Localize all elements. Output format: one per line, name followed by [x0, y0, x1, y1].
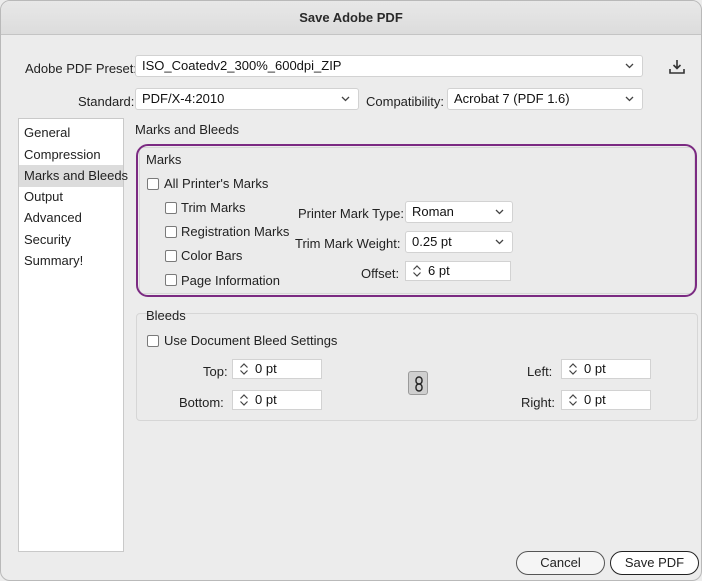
chevron-down-icon — [625, 56, 634, 69]
bleed-left-value: 0 pt — [584, 361, 606, 376]
marks-highlight-outline — [136, 144, 697, 297]
bleed-right-field[interactable]: 0 pt — [561, 390, 651, 410]
chain-link-icon[interactable] — [408, 371, 428, 395]
bleed-bottom-field[interactable]: 0 pt — [232, 390, 322, 410]
compatibility-value: Acrobat 7 (PDF 1.6) — [454, 91, 570, 106]
bleed-top-label: Top: — [203, 364, 228, 379]
standard-select[interactable]: PDF/X-4:2010 — [135, 88, 359, 110]
category-sidebar: General Compression Marks and Bleeds Out… — [18, 118, 128, 552]
stepper-icon[interactable] — [567, 393, 579, 407]
compatibility-select[interactable]: Acrobat 7 (PDF 1.6) — [447, 88, 643, 110]
section-title: Marks and Bleeds — [135, 122, 240, 137]
standard-label: Standard: — [78, 94, 135, 109]
chevron-down-icon — [341, 89, 350, 102]
stepper-icon[interactable] — [238, 362, 250, 376]
compatibility-label: Compatibility: — [366, 94, 445, 109]
bleed-right-value: 0 pt — [584, 392, 606, 407]
sidebar-item-output[interactable]: Output — [19, 186, 123, 208]
preset-value: ISO_Coatedv2_300%_600dpi_ZIP — [142, 58, 342, 73]
bleeds-group-title: Bleeds — [146, 308, 186, 323]
bleed-top-field[interactable]: 0 pt — [232, 359, 322, 379]
sidebar-item-marks-and-bleeds[interactable]: Marks and Bleeds — [19, 165, 128, 187]
chevron-down-icon — [625, 89, 634, 102]
sidebar-item-summary[interactable]: Summary! — [19, 250, 123, 272]
bleed-left-field[interactable]: 0 pt — [561, 359, 651, 379]
sidebar-item-advanced[interactable]: Advanced — [19, 207, 123, 229]
dialog-title: Save Adobe PDF — [1, 1, 701, 35]
sidebar-item-compression[interactable]: Compression — [19, 144, 123, 166]
download-tray-icon[interactable] — [668, 58, 686, 76]
standard-value: PDF/X-4:2010 — [142, 91, 225, 106]
use-document-bleed-label: Use Document Bleed Settings — [164, 333, 338, 348]
use-document-bleed-checkbox[interactable] — [147, 335, 159, 347]
save-pdf-dialog: Save Adobe PDF Adobe PDF Preset: ISO_Coa… — [0, 0, 702, 581]
stepper-icon[interactable] — [238, 393, 250, 407]
save-pdf-button[interactable]: Save PDF — [610, 551, 699, 575]
stepper-icon[interactable] — [567, 362, 579, 376]
sidebar-item-general[interactable]: General — [19, 122, 123, 144]
bleed-right-label: Right: — [521, 395, 555, 410]
preset-label: Adobe PDF Preset: — [25, 61, 137, 76]
sidebar-item-security[interactable]: Security — [19, 229, 123, 251]
bleed-bottom-value: 0 pt — [255, 392, 277, 407]
preset-select[interactable]: ISO_Coatedv2_300%_600dpi_ZIP — [135, 55, 643, 77]
bleed-bottom-label: Bottom: — [179, 395, 224, 410]
bleed-left-label: Left: — [527, 364, 553, 379]
bleed-top-value: 0 pt — [255, 361, 277, 376]
cancel-button[interactable]: Cancel — [516, 551, 605, 575]
